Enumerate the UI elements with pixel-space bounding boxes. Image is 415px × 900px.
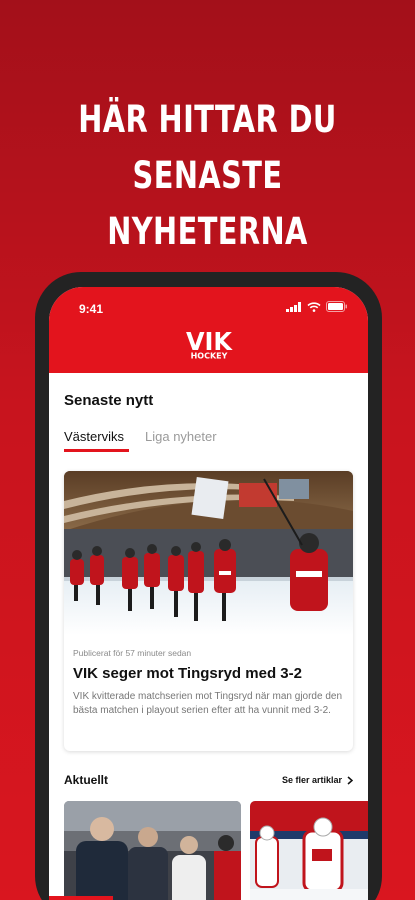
coaches-bench-image — [64, 801, 241, 900]
see-more-label: Se fler artiklar — [281, 775, 342, 785]
article-image-hockey-celebration — [64, 471, 353, 635]
status-icons — [286, 301, 348, 312]
article-published-time: Publicerat för 57 minuter sedan — [73, 648, 192, 658]
latest-news-title: Senaste nytt — [64, 392, 154, 409]
bottom-accent-bar — [49, 896, 113, 900]
status-time: 9:41 — [79, 302, 104, 316]
current-section-title: Aktuellt — [64, 773, 109, 787]
article-description: VIK kvitterade matchserien mot Tingsryd … — [73, 691, 343, 716]
featured-article-card[interactable]: Publicerat för 57 minuter sedan VIK sege… — [64, 471, 353, 751]
game-action-image — [250, 801, 368, 900]
see-more-articles-link[interactable]: Se fler artiklar — [282, 775, 353, 785]
wifi-icon — [307, 301, 321, 312]
promo-headline: HÄR HITTAR DU SENASTE NYHETERNA — [46, 92, 370, 260]
promo-headline-line1: HÄR HITTAR DU — [78, 98, 337, 141]
promo-headline-line2: SENASTE NYHETERNA — [107, 154, 308, 253]
tab-vasterviks[interactable]: Västerviks — [64, 429, 124, 444]
tab-liga-nyheter[interactable]: Liga nyheter — [145, 429, 217, 444]
article-thumbnail-coaches[interactable] — [64, 801, 241, 900]
active-tab-indicator — [64, 449, 129, 452]
chevron-right-icon — [347, 775, 353, 785]
news-content: Senaste nytt Västerviks Liga nyheter Pub… — [49, 373, 368, 900]
phone-screen: 9:41 VIK HOCKEY Senaste nytt Västerviks … — [49, 287, 368, 900]
phone-frame: 9:41 VIK HOCKEY Senaste nytt Västerviks … — [35, 272, 382, 900]
article-thumbnail-game[interactable] — [250, 801, 368, 900]
svg-text:HOCKEY: HOCKEY — [190, 352, 227, 361]
cellular-signal-icon — [286, 301, 301, 312]
article-title[interactable]: VIK seger mot Tingsryd med 3-2 — [73, 665, 302, 682]
app-header: 9:41 VIK HOCKEY — [49, 287, 368, 373]
vik-hockey-logo: VIK HOCKEY — [185, 327, 232, 361]
battery-icon — [326, 301, 347, 312]
